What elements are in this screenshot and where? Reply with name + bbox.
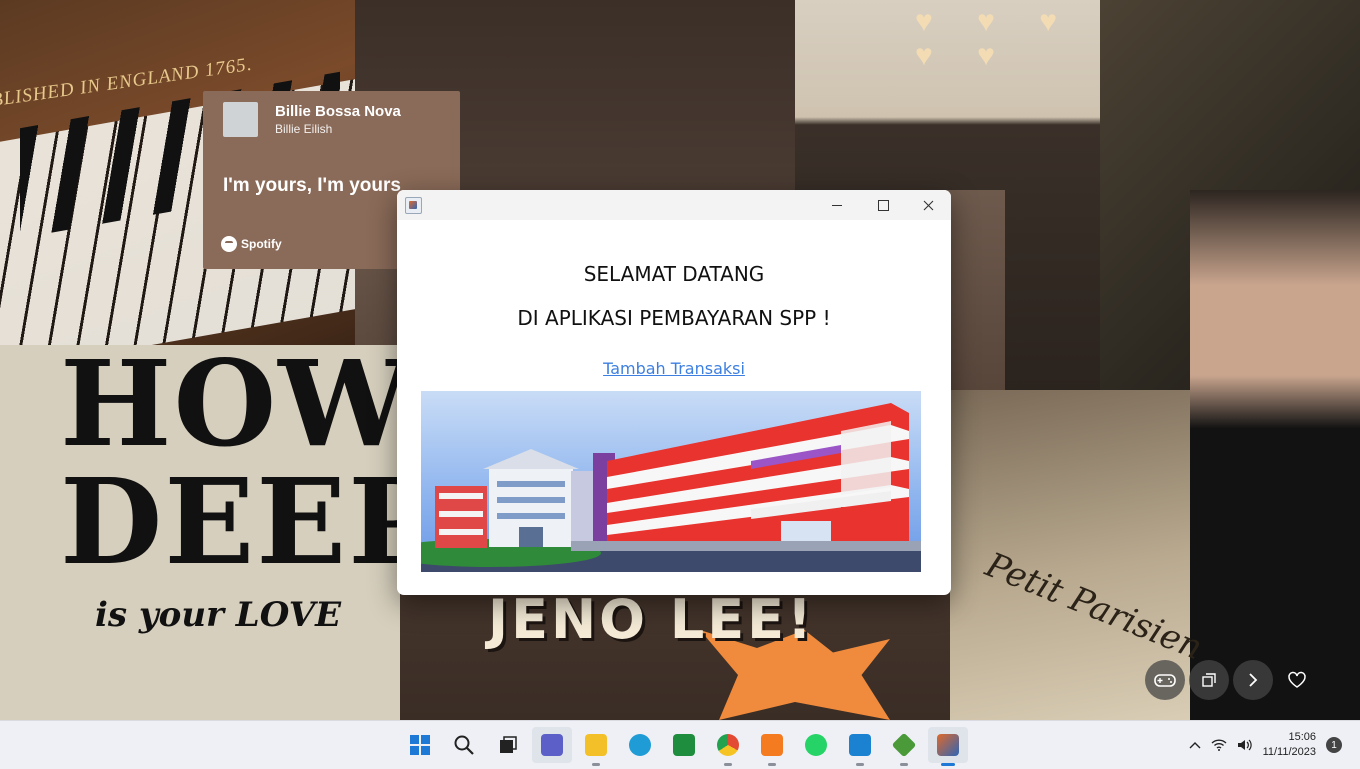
chevron-up-icon[interactable] (1189, 741, 1201, 749)
school-building-illustration (421, 403, 921, 572)
edge-icon (629, 734, 651, 756)
vscode-icon (849, 734, 871, 756)
close-icon (923, 200, 933, 210)
start-button[interactable] (400, 727, 440, 763)
chrome-icon (717, 734, 739, 756)
xampp-icon (761, 734, 783, 756)
taskbar-apps (400, 727, 968, 766)
system-tray: 15:06 11/11/2023 1 (1189, 721, 1360, 769)
folder-icon (585, 734, 607, 756)
spotify-logo: Spotify (221, 236, 282, 252)
taskbar-java-app[interactable] (928, 727, 968, 766)
task-view-icon (500, 736, 517, 753)
netbeans-icon (891, 732, 917, 758)
whatsapp-icon (805, 734, 827, 756)
video-call-icon (541, 734, 563, 756)
spotify-brand: Spotify (241, 237, 282, 251)
welcome-heading: SELAMAT DATANG (583, 262, 765, 286)
welcome-subheading: DI APLIKASI PEMBAYARAN SPP ! (517, 306, 831, 330)
taskbar-classroom[interactable] (664, 727, 704, 763)
close-button[interactable] (905, 190, 951, 220)
window-titlebar[interactable] (397, 190, 951, 220)
school-banner-image (421, 391, 921, 572)
wallpaper-poster: HOW DEEP is your LOVE (0, 345, 437, 720)
classroom-icon (673, 734, 695, 756)
taskbar-meet[interactable] (532, 727, 572, 763)
spotify-icon (221, 236, 237, 252)
taskbar-file-explorer[interactable] (576, 727, 616, 766)
taskbar-chrome[interactable] (708, 727, 748, 766)
wifi-icon[interactable] (1211, 739, 1227, 751)
clock-date: 11/11/2023 (1262, 746, 1316, 758)
wallpaper-actions (1145, 660, 1317, 700)
maximize-button[interactable] (860, 190, 906, 220)
java-app-icon (405, 197, 422, 214)
search-icon (454, 735, 474, 755)
spp-app-window: SELAMAT DATANG DI APLIKASI PEMBAYARAN SP… (397, 190, 951, 595)
clock[interactable]: 15:06 11/11/2023 (1263, 730, 1316, 760)
heart-icon: ♥ ♥ ♥ ♥ ♥ (915, 5, 1076, 72)
song-artist: Billie Eilish (275, 122, 333, 136)
volume-icon[interactable] (1237, 738, 1253, 752)
poster-title: HOW DEEP (60, 334, 439, 591)
taskbar: 15:06 11/11/2023 1 (0, 720, 1360, 769)
chevron-right-icon[interactable] (1233, 660, 1273, 700)
poster-subtitle: is your LOVE (95, 595, 342, 635)
song-lyric: I'm yours, I'm yours (223, 175, 401, 196)
taskbar-xampp[interactable] (752, 727, 792, 766)
windows-icon (410, 735, 430, 755)
taskbar-whatsapp[interactable] (796, 727, 836, 763)
copy-icon[interactable] (1189, 660, 1229, 700)
tambah-transaksi-link-row: Tambah Transaksi (397, 359, 951, 378)
wallpaper-portrait (1190, 190, 1360, 720)
taskbar-edge[interactable] (620, 727, 660, 763)
taskbar-vscode[interactable] (840, 727, 880, 766)
song-title: Billie Bossa Nova (275, 103, 401, 120)
gamepad-icon[interactable] (1145, 660, 1185, 700)
search-button[interactable] (444, 727, 484, 763)
heart-icon[interactable] (1277, 660, 1317, 700)
poster-jeno-text: JENO LEE! (488, 588, 815, 651)
album-cover (223, 102, 258, 137)
minimize-button[interactable] (814, 190, 860, 220)
tambah-transaksi-link[interactable]: Tambah Transaksi (603, 359, 745, 378)
taskbar-netbeans[interactable] (884, 727, 924, 766)
clock-time: 15:06 (1288, 731, 1316, 743)
notification-badge[interactable]: 1 (1326, 737, 1342, 753)
task-view-button[interactable] (488, 727, 528, 763)
java-icon (937, 734, 959, 756)
